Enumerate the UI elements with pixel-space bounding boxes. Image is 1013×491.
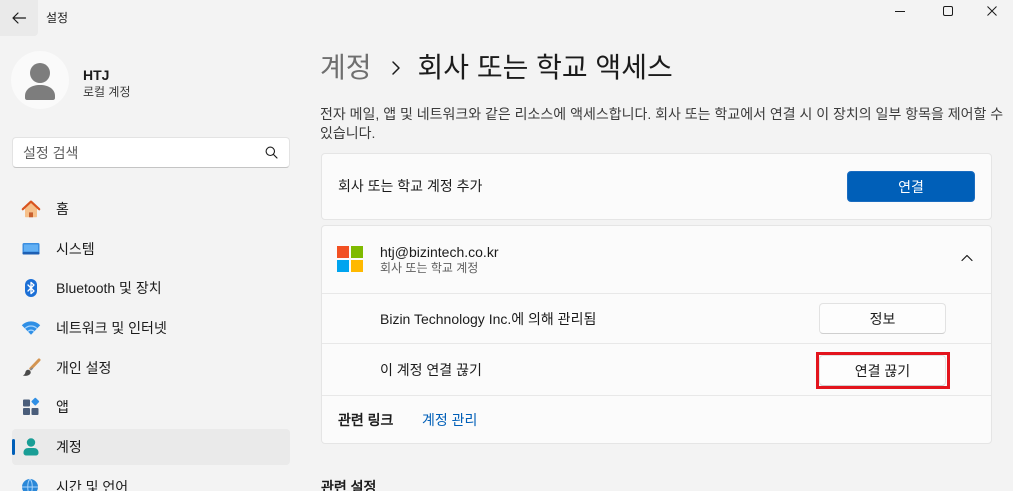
sidebar-item-system[interactable]: 시스템 [12,231,290,267]
sidebar-item-label: 네트워크 및 인터넷 [56,320,167,337]
wifi-icon [21,318,41,338]
selection-indicator [12,439,15,456]
sidebar-item-bluetooth[interactable]: Bluetooth 및 장치 [12,270,290,306]
maximize-icon [942,5,953,16]
user-name: HTJ [83,67,110,83]
info-button[interactable]: 정보 [819,303,946,334]
sidebar-item-label: 앱 [56,399,69,416]
sidebar-item-label: Bluetooth 및 장치 [56,280,162,297]
minimize-icon [894,6,905,16]
account-expander-header[interactable]: htj@bizintech.co.kr 회사 또는 학교 계정 [322,226,991,293]
home-icon [21,199,41,219]
system-icon [21,239,41,259]
managed-by-row: Bizin Technology Inc.에 의해 관리됨 정보 [322,293,991,343]
disconnect-label: 이 계정 연결 끊기 [380,361,482,378]
related-links-row: 관련 링크 계정 관리 [322,395,991,443]
sidebar-nav: 홈 시스템 Bluetooth 및 장치 네트워크 및 인터넷 개인 설정 앱 [12,191,290,491]
sidebar-item-home[interactable]: 홈 [12,191,290,227]
globe-clock-icon [21,477,41,491]
add-account-label: 회사 또는 학교 계정 추가 [338,178,483,194]
sidebar-item-label: 계정 [56,439,82,456]
sidebar-item-apps[interactable]: 앱 [12,389,290,425]
brush-icon [21,358,41,378]
sidebar-item-label: 시스템 [56,240,95,257]
close-button[interactable] [970,0,1013,21]
back-arrow-icon [11,10,27,26]
search-box[interactable] [12,137,290,168]
account-email: htj@bizintech.co.kr [380,244,499,260]
accounts-icon [21,437,41,457]
account-type: 로컬 계정 [83,85,131,99]
breadcrumb: 계정 회사 또는 학교 액세스 [320,48,673,88]
app-title: 설정 [46,11,69,25]
bluetooth-icon [21,278,41,298]
back-button[interactable] [0,0,38,36]
disconnect-row: 이 계정 연결 끊기 연결 끊기 [322,343,991,395]
search-icon[interactable] [265,146,278,159]
sidebar-item-personalization[interactable]: 개인 설정 [12,350,290,386]
related-links-label: 관련 링크 [338,411,394,428]
maximize-button[interactable] [925,0,970,21]
disconnect-button[interactable]: 연결 끊기 [819,355,946,386]
account-card: htj@bizintech.co.kr 회사 또는 학교 계정 Bizin Te… [321,225,992,444]
chevron-right-icon [391,60,401,76]
account-type-label: 회사 또는 학교 계정 [380,261,479,275]
minimize-button[interactable] [877,0,922,21]
sidebar-item-label: 홈 [56,201,69,217]
search-input[interactable] [13,138,249,167]
add-account-card: 회사 또는 학교 계정 추가 연결 [321,153,992,220]
managed-by-label: Bizin Technology Inc.에 의해 관리됨 [380,310,597,327]
chevron-up-icon[interactable] [960,251,974,265]
related-settings-title: 관련 설정 [321,479,377,491]
microsoft-logo-icon [337,246,363,272]
manage-accounts-link[interactable]: 계정 관리 [422,396,477,443]
connect-button[interactable]: 연결 [847,171,975,202]
sidebar-item-label: 개인 설정 [56,359,112,376]
page-description: 전자 메일, 앱 및 네트워크와 같은 리소스에 액세스합니다. 회사 또는 학… [320,106,1004,141]
sidebar-item-time-language[interactable]: 시간 및 언어 [12,469,290,491]
default-avatar-icon[interactable] [11,51,69,109]
page-title: 회사 또는 학교 액세스 [417,52,673,83]
breadcrumb-parent[interactable]: 계정 [320,48,372,88]
close-icon [986,5,997,16]
sidebar-item-network[interactable]: 네트워크 및 인터넷 [12,310,290,346]
apps-icon [21,397,41,417]
sidebar-item-label: 시간 및 언어 [56,478,129,491]
sidebar-item-accounts[interactable]: 계정 [12,429,290,466]
